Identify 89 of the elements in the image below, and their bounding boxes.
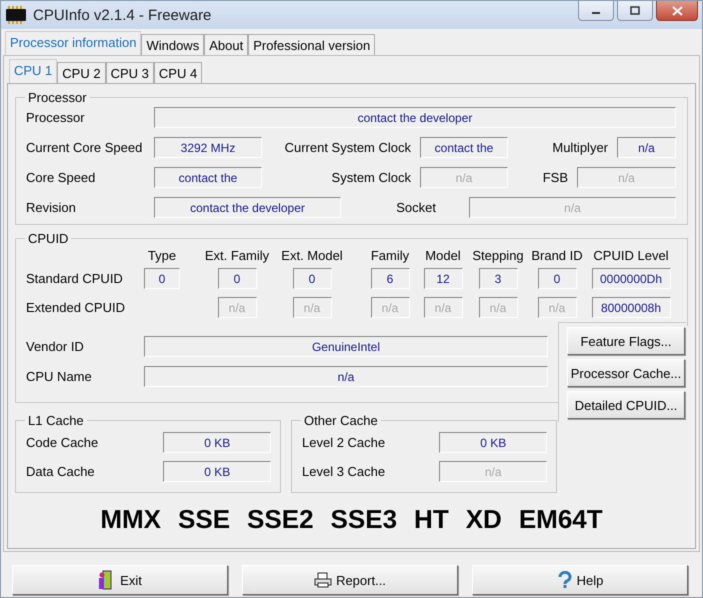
feature-label: HT [414,504,449,535]
group-title: CPUID [27,231,70,246]
column-header: Stepping [472,248,524,262]
value-field: 0 [144,268,180,289]
column-header: Ext. Family [204,248,270,262]
tab[interactable]: Windows [141,34,204,55]
column-header: Family [370,248,410,262]
value-field: 0 KB [163,461,271,482]
action-button[interactable]: Exit [12,565,228,595]
feature-label: EM64T [518,504,603,535]
value-field: n/a [370,297,410,318]
field-label: CPU Name [26,369,93,384]
value-field: 80000008h [592,297,670,318]
value-field: 3 [478,268,518,289]
row-label: Extended CPUID [26,300,126,315]
field-label: Level 2 Cache [302,435,386,450]
value-field: 0 KB [163,432,271,453]
field-label: Revision [26,200,77,215]
cpu-tab[interactable]: CPU 1 [9,59,58,83]
field-label: Level 3 Cache [302,464,386,479]
tab[interactable]: Processor information [5,31,142,55]
value-field: n/a [144,366,548,387]
value-field: 0 [292,268,332,289]
feature-label: SSE3 [330,504,398,535]
group-title: Other Cache [303,413,379,428]
value-field: 3292 MHz [154,137,262,158]
row-label: Standard CPUID [26,271,124,286]
action-button[interactable]: Help [472,565,688,595]
value-field: 6 [370,268,410,289]
minimize-button[interactable] [578,1,614,21]
value-field: n/a [538,297,576,318]
value-field: contact the developer [154,107,676,128]
chip-icon [5,5,27,25]
field-label: Vendor ID [26,339,85,354]
value-field: n/a [292,297,332,318]
column-header: Model [425,248,461,262]
feature-label: MMX [100,504,162,535]
value-field: 12 [424,268,462,289]
group-title: L1 Cache [27,413,85,428]
field-label: Code Cache [26,435,100,450]
value-field: n/a [424,297,462,318]
value-field: n/a [478,297,518,318]
column-header: CPUID Level [593,248,669,262]
value-field: n/a [218,297,256,318]
field-label: Current Core Speed [26,140,144,155]
field-label: FSB [542,170,569,185]
value-field: contact the [154,167,262,188]
value-field: n/a [577,167,676,188]
cpu-tab[interactable]: CPU 3 [106,62,154,83]
value-field: 0 KB [439,432,547,453]
group-title: Processor [27,90,88,105]
tab[interactable]: Professional version [248,34,376,55]
dialog-button[interactable]: Feature Flags... [567,327,685,355]
field-label: Socket [395,200,437,215]
feature-label: XD [466,504,502,535]
feature-label: SSE2 [247,504,314,535]
value-field: GenuineIntel [144,336,548,357]
action-button[interactable]: Report... [242,565,458,595]
maximize-button[interactable] [617,1,653,21]
field-label: Multiplyer [551,140,609,155]
close-button[interactable] [656,1,698,21]
window-title: CPUInfo v2.1.4 - Freeware [33,6,212,24]
maximize-icon [630,6,640,15]
value-field: 0 [538,268,576,289]
field-label: Core Speed [26,170,96,185]
dialog-button[interactable]: Processor Cache... [567,359,685,387]
tab[interactable]: About [204,34,248,55]
column-header: Ext. Model [281,248,343,262]
value-field: n/a [617,137,676,158]
feature-label: SSE [178,504,230,535]
column-header: Brand ID [531,248,583,262]
value-field: contact the [420,137,508,158]
field-label: Data Cache [26,464,96,479]
column-header: Type [148,248,176,262]
field-label: System Clock [330,170,412,185]
cpu-tab[interactable]: CPU 2 [57,62,106,83]
value-field: n/a [439,461,547,482]
value-field: 0000000Dh [592,268,670,289]
field-label: Processor [26,110,86,125]
value-field: n/a [420,167,508,188]
cpu-tab[interactable]: CPU 4 [154,62,202,83]
value-field: contact the developer [154,197,341,218]
printer-icon [314,572,332,588]
help-icon [556,571,573,589]
value-field: 0 [218,268,256,289]
dialog-button[interactable]: Detailed CPUID... [567,391,685,419]
close-icon [672,6,682,16]
field-label: Current System Clock [284,140,412,155]
value-field: n/a [469,197,676,218]
